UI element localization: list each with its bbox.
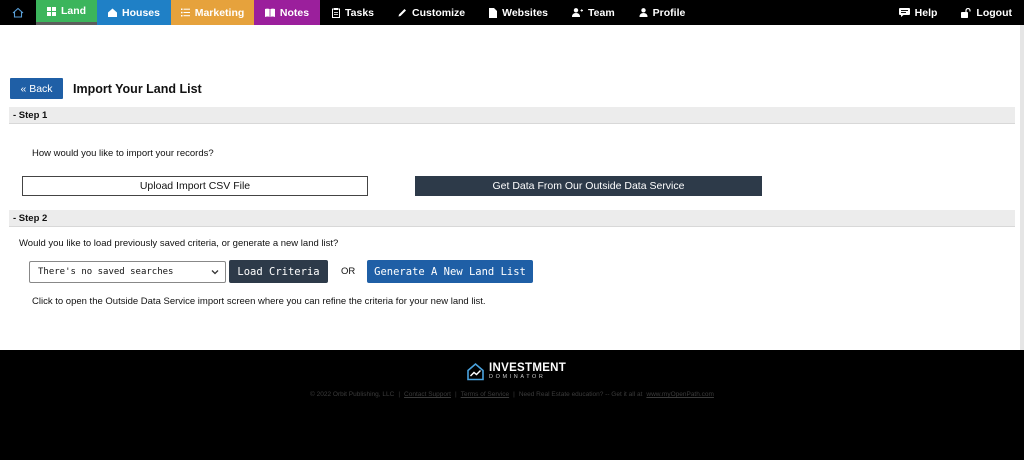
outside-data-service-button[interactable]: Get Data From Our Outside Data Service	[415, 176, 762, 196]
chevron-down-icon	[211, 270, 219, 275]
step-2-header[interactable]: - Step 2	[9, 210, 1015, 227]
load-criteria-button[interactable]: Load Criteria	[229, 260, 328, 283]
footer-education-text: Need Real Estate education? -- Get it al…	[518, 391, 643, 398]
nav-houses[interactable]: Houses	[97, 0, 171, 25]
nav-websites[interactable]: Websites	[477, 0, 560, 25]
nav-help-label: Help	[914, 6, 938, 19]
footer-logo[interactable]: INVESTMENT DOMINATOR	[466, 362, 566, 381]
nav-customize[interactable]: Customize	[386, 0, 477, 25]
vertical-scrollbar[interactable]	[1020, 25, 1024, 350]
logo-main-text: INVESTMENT	[489, 361, 567, 374]
contact-support-link[interactable]: Contact Support	[404, 391, 451, 398]
nav-tasks[interactable]: Tasks	[320, 0, 386, 25]
user-plus-icon	[572, 8, 584, 17]
nav-websites-label: Websites	[502, 6, 549, 19]
or-label: OR	[341, 266, 356, 277]
nav-logout[interactable]: Logout	[949, 0, 1024, 25]
list-icon	[180, 8, 190, 17]
logo-sub-text: DOMINATOR	[489, 374, 546, 380]
footer-separator: |	[398, 391, 401, 398]
help-icon	[898, 8, 910, 17]
nav-profile-label: Profile	[652, 6, 686, 19]
footer-copyright: © 2022 Orbit Publishing, LLC	[310, 391, 395, 398]
user-icon	[639, 8, 648, 17]
house-outline-icon	[12, 7, 24, 18]
grid-icon	[46, 6, 56, 16]
nav-help[interactable]: Help	[887, 0, 950, 25]
nav-team[interactable]: Team	[560, 0, 627, 25]
upload-csv-button[interactable]: Upload Import CSV File	[22, 176, 368, 196]
step-1-question: How would you like to import your record…	[32, 148, 214, 159]
nav-notes[interactable]: Notes	[254, 0, 320, 25]
nav-houses-label: Houses	[122, 6, 160, 19]
nav-logout-label: Logout	[976, 6, 1012, 19]
nav-land[interactable]: Land	[36, 0, 97, 25]
nav-right-group: Help Logout	[887, 0, 1024, 25]
page-title: Import Your Land List	[73, 82, 202, 96]
terms-link[interactable]: Terms of Service	[461, 391, 509, 398]
footer-links: © 2022 Orbit Publishing, LLC | Contact S…	[0, 391, 1024, 398]
footer-separator: |	[513, 391, 515, 398]
book-icon	[264, 8, 275, 17]
saved-searches-select-value: There's no saved searches	[38, 267, 174, 277]
unlock-icon	[961, 7, 972, 18]
open-path-link[interactable]: www.myOpenPath.com	[646, 391, 714, 398]
nav-customize-label: Customize	[412, 6, 466, 19]
nav-land-label: Land	[60, 5, 87, 17]
saved-searches-select[interactable]: There's no saved searches	[29, 261, 226, 283]
logo-house-icon	[467, 362, 484, 381]
pencil-icon	[398, 9, 406, 17]
clipboard-icon	[332, 7, 340, 18]
nav-team-label: Team	[588, 6, 615, 19]
nav-notes-label: Notes	[279, 6, 310, 19]
nav-profile[interactable]: Profile	[627, 0, 698, 25]
nav-tasks-label: Tasks	[345, 6, 374, 19]
top-nav: Land Houses Marketing Notes Tasks Custom…	[0, 0, 1024, 25]
footer-separator: |	[455, 391, 457, 398]
step-2-question: Would you like to load previously saved …	[19, 238, 339, 249]
generate-land-list-button[interactable]: Generate A New Land List	[367, 260, 533, 283]
nav-marketing-label: Marketing	[194, 6, 245, 19]
home-button[interactable]	[0, 0, 36, 25]
back-button[interactable]: « Back	[10, 78, 63, 99]
step-2-hint: Click to open the Outside Data Service i…	[32, 296, 486, 307]
document-icon	[489, 7, 498, 18]
step-1-header[interactable]: - Step 1	[9, 107, 1015, 124]
nav-marketing[interactable]: Marketing	[171, 0, 254, 25]
house-icon	[108, 8, 118, 17]
